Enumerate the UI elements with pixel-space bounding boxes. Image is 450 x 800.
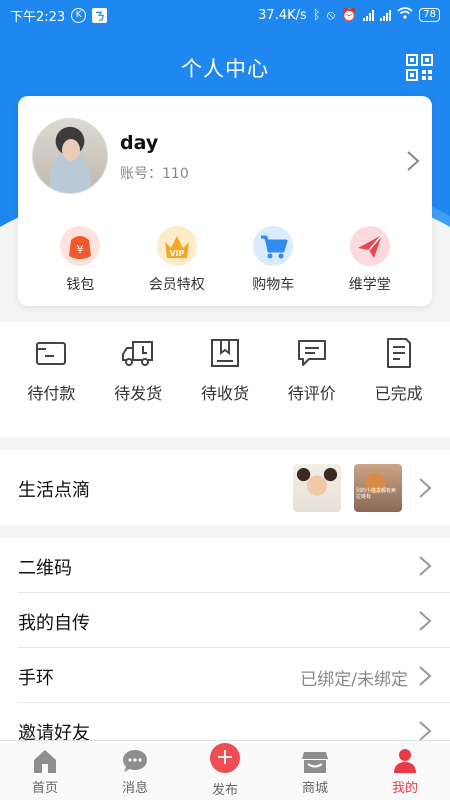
- tab-label: 我的: [391, 781, 418, 796]
- title-bar: 个人中心: [0, 46, 450, 90]
- qr-code-icon[interactable]: [406, 54, 433, 81]
- avatar[interactable]: [32, 118, 108, 194]
- wallet-icon: ¥: [60, 226, 101, 266]
- menu-item-qrcode[interactable]: 二维码: [0, 538, 450, 593]
- wifi-icon: [397, 7, 413, 23]
- tab-home[interactable]: 首页: [0, 741, 90, 800]
- order-label: 待评价: [287, 384, 336, 403]
- menu-item-autobiography[interactable]: 我的自传: [0, 593, 450, 648]
- chevron-right-icon[interactable]: [406, 150, 420, 172]
- plus-icon: +: [210, 743, 240, 773]
- order-label: 待发货: [114, 384, 163, 403]
- profile-card[interactable]: day 账号：110 ¥ 钱包 VIP 会员特权 购物车 维学堂: [18, 96, 432, 306]
- network-speed: 37.4K/s: [258, 7, 307, 23]
- tab-messages[interactable]: 消息: [90, 741, 180, 800]
- delivery-truck-icon: [122, 341, 154, 366]
- k-app-icon: K: [71, 7, 87, 23]
- shortcut-vip[interactable]: VIP 会员特权: [139, 226, 215, 294]
- wallet-card-icon: [36, 342, 67, 365]
- chevron-right-icon: [419, 666, 432, 686]
- chevron-right-icon: [419, 611, 432, 631]
- order-pending-payment[interactable]: 待付款: [10, 322, 92, 437]
- tab-profile[interactable]: 我的: [360, 741, 450, 800]
- shortcut-grid: ¥ 钱包 VIP 会员特权 购物车 维学堂: [18, 226, 432, 294]
- shortcut-label: 购物车: [252, 277, 295, 293]
- order-completed[interactable]: 已完成: [358, 322, 440, 437]
- shortcut-label: 维学堂: [348, 277, 391, 293]
- life-thumbnail-cat[interactable]: 别的小猫发都有卖拉链有: [354, 464, 402, 512]
- shortcut-label: 会员特权: [148, 277, 205, 293]
- order-label: 待收货: [200, 384, 249, 403]
- shortcut-label: 钱包: [66, 277, 95, 293]
- life-thumbnail-cartoon-girl[interactable]: [293, 464, 341, 512]
- document-icon: [386, 338, 411, 368]
- menu-list: 二维码 我的自传 手环 已绑定/未绑定 邀请好友: [0, 538, 450, 760]
- tab-label: 消息: [121, 781, 148, 796]
- tab-label: 首页: [31, 781, 58, 796]
- order-pending-receipt[interactable]: 待收货: [184, 322, 266, 437]
- order-label: 已完成: [374, 384, 423, 403]
- page-title: 个人中心: [181, 57, 269, 81]
- package-icon: [210, 339, 239, 367]
- chevron-right-icon: [419, 556, 432, 576]
- mute-icon: ⦸: [326, 7, 336, 23]
- bottom-tab-bar: 首页 消息 + 发布 商城 我的: [0, 740, 450, 800]
- battery-icon: 78: [419, 8, 440, 22]
- paper-plane-icon: [349, 226, 390, 266]
- alarm-icon: ⏰: [341, 7, 358, 23]
- account-number: 账号：110: [120, 166, 189, 182]
- vip-crown-icon: VIP: [156, 226, 197, 266]
- username: day: [120, 132, 159, 154]
- menu-item-wristband[interactable]: 手环 已绑定/未绑定: [0, 648, 450, 703]
- life-moments-row[interactable]: 生活点滴 别的小猫发都有卖拉链有: [0, 450, 450, 525]
- bluetooth-icon: ᛒ: [312, 7, 321, 23]
- order-label: 待付款: [27, 384, 76, 403]
- svg-text:¥: ¥: [77, 243, 84, 256]
- tab-label: 商城: [301, 781, 328, 796]
- shortcut-academy[interactable]: 维学堂: [332, 226, 408, 294]
- life-moments-title: 生活点滴: [18, 480, 90, 501]
- wristband-status: 已绑定/未绑定: [300, 670, 408, 690]
- home-icon: [34, 750, 56, 773]
- tab-label: 发布: [211, 783, 238, 798]
- order-status-row: 待付款 待发货 待收货 待评价 已完成: [0, 322, 450, 437]
- status-time: 下午2:23: [10, 9, 66, 25]
- svg-text:VIP: VIP: [169, 249, 184, 258]
- tab-store[interactable]: 商城: [270, 741, 360, 800]
- order-pending-review[interactable]: 待评价: [271, 322, 353, 437]
- message-icon: [123, 750, 147, 772]
- signal-icon: [363, 9, 375, 21]
- status-bar: 下午2:23 K ㄋ 37.4K/s ᛒ ⦸ ⏰ 78: [0, 0, 450, 30]
- thumbnail-caption: 别的小猫发都有卖拉链有: [356, 488, 397, 500]
- chevron-right-icon[interactable]: [418, 477, 432, 499]
- menu-item-title: 我的自传: [18, 613, 90, 634]
- menu-item-title: 二维码: [18, 558, 72, 579]
- order-pending-shipment[interactable]: 待发货: [97, 322, 179, 437]
- chevron-right-icon: [419, 721, 432, 741]
- signal-icon-2: [380, 9, 392, 21]
- shortcut-cart[interactable]: 购物车: [235, 226, 311, 294]
- notification-app-icon: ㄋ: [92, 7, 108, 23]
- comment-icon: [297, 340, 326, 366]
- profile-icon: [394, 749, 416, 773]
- store-icon: [302, 752, 328, 773]
- shopping-cart-icon: [253, 226, 294, 266]
- shortcut-wallet[interactable]: ¥ 钱包: [42, 226, 118, 294]
- tab-publish[interactable]: + 发布: [180, 741, 270, 800]
- menu-item-title: 手环: [18, 668, 54, 689]
